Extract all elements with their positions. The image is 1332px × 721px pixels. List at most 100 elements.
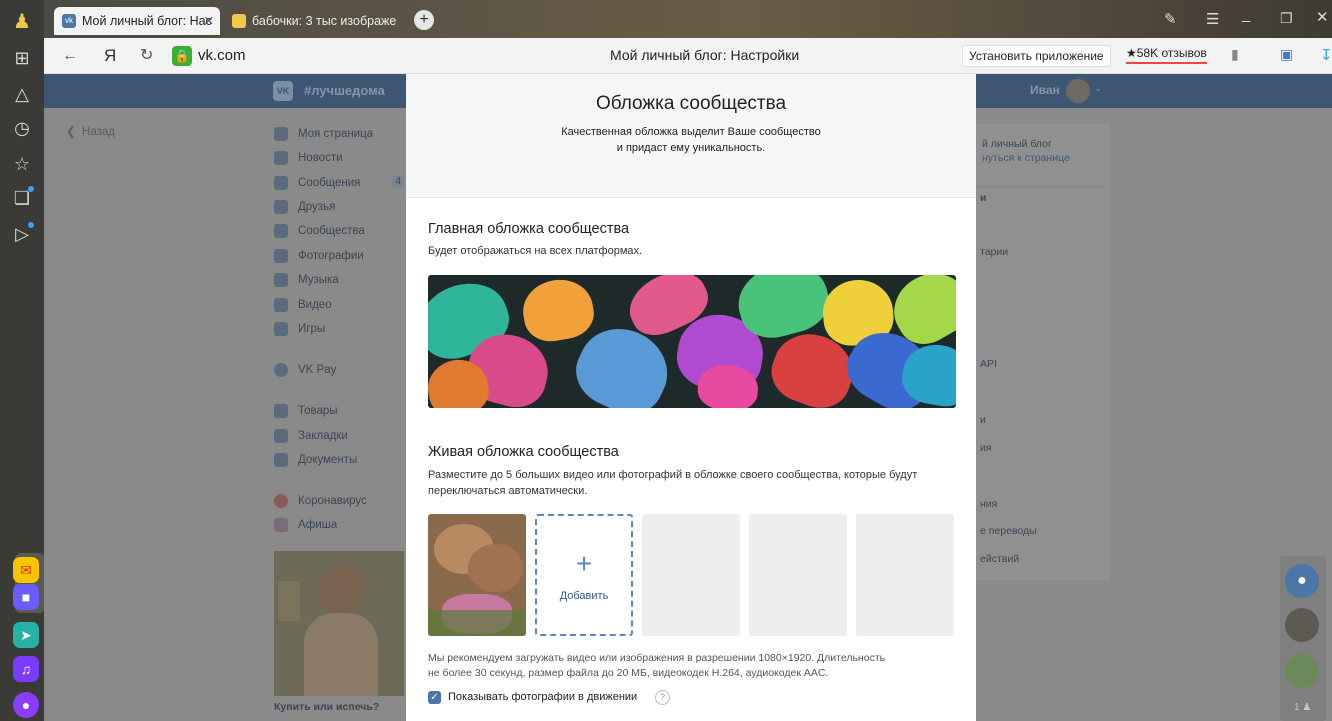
yandex-logo-icon[interactable]: Я [104, 46, 116, 66]
chevron-down-icon[interactable]: ⌄ [1094, 83, 1102, 94]
menu-item[interactable]: Афиша [274, 518, 337, 532]
checkbox-label[interactable]: Показывать фотографии в движении [448, 691, 637, 703]
right-panel-text[interactable]: й личный блог [982, 138, 1052, 150]
history-clock-icon[interactable]: ◷ [8, 114, 36, 142]
close-window-icon[interactable]: ✕ [1316, 8, 1329, 26]
extension-icon[interactable]: ▣ [1280, 46, 1293, 63]
menu-icon[interactable]: ☰ [1206, 10, 1219, 28]
add-media-button[interactable]: + Добавить [535, 514, 633, 636]
right-panel-item[interactable]: ия [980, 442, 992, 454]
page-title: Мой личный блог: Настройки [610, 47, 800, 63]
vk-user-name[interactable]: Иван [1030, 83, 1060, 97]
tab-bar: vk Мой личный блог: Нас ✕ бабочки: 3 тыс… [44, 0, 1332, 38]
alice-app-icon[interactable]: ● [13, 692, 39, 718]
mail-app-icon[interactable]: ✉ [13, 557, 39, 583]
ad-caption[interactable]: Купить или испечь? [274, 701, 379, 713]
right-panel-top: й личный блог нуться к странице [976, 124, 1110, 186]
menu-label: Коронавирус [298, 495, 367, 507]
right-panel-item[interactable]: тарии [980, 246, 1008, 258]
recommendation-line1: Мы рекомендуем загружать видео или изобр… [428, 652, 886, 664]
back-link[interactable]: ❮ Назад [66, 124, 115, 138]
back-arrow-icon[interactable]: ← [62, 46, 78, 66]
menu-item[interactable]: Моя страница [274, 127, 373, 141]
ad-image[interactable] [274, 551, 404, 696]
menu-label: Документы [298, 454, 358, 466]
messenger-app-icon[interactable]: ➤ [13, 622, 39, 648]
menu-item[interactable]: Фотографии [274, 249, 364, 263]
right-panel-item[interactable]: API [980, 358, 997, 370]
screen: ♟ ⊞ △ ◷ ☆ ❏ ▷ ✉ ■ ➤ ♫ ● vk Мой личный бл… [0, 0, 1332, 721]
menu-item[interactable]: Новости [274, 151, 343, 165]
media-player-icon[interactable]: ▷ [8, 220, 36, 248]
vk-hashtag[interactable]: #лучшедома [304, 83, 385, 98]
music-app-icon[interactable]: ♫ [13, 656, 39, 682]
tab-close-icon[interactable]: ✕ [204, 7, 214, 35]
disk-app-icon[interactable]: ■ [13, 584, 39, 610]
menu-label: Моя страница [298, 128, 374, 140]
live-cover-thumb-1[interactable] [428, 514, 526, 636]
menu-item[interactable]: Закладки [274, 429, 348, 443]
reviews-badge[interactable]: ★58K отзывов [1126, 44, 1207, 64]
chat-avatar[interactable] [1285, 608, 1319, 642]
modal-header: Обложка сообщества Качественная обложка … [406, 74, 976, 198]
cover-settings-modal: Обложка сообщества Качественная обложка … [406, 74, 976, 721]
recommendation-line2: не более 30 секунд, размер файла до 20 М… [428, 667, 829, 679]
menu-item[interactable]: Сообщения 4 [274, 176, 404, 190]
live-cover-desc-line2: переключаться автоматически. [428, 485, 588, 497]
tab-title: бабочки: 3 тыс изображе [252, 14, 396, 28]
bookmarks-star-icon[interactable]: ☆ [8, 150, 36, 178]
right-panel-section: и [980, 192, 987, 204]
modal-subtitle-line2: и придаст ему уникальность. [616, 142, 766, 154]
menu-label: Афиша [298, 519, 338, 531]
menu-label: Сообщения [298, 177, 361, 189]
tab-vk[interactable]: vk Мой личный блог: Нас ✕ [54, 7, 220, 35]
menu-item[interactable]: VK Pay [274, 363, 336, 377]
tabs-overview-icon[interactable]: ✎ [1164, 10, 1177, 28]
vk-logo-icon[interactable]: VK [273, 81, 293, 101]
documents-icon [274, 453, 288, 467]
profile-icon[interactable]: ♟ [8, 8, 36, 36]
games-icon [274, 322, 288, 336]
menu-item[interactable]: Документы [274, 453, 357, 467]
download-icon[interactable]: ↧ [1320, 46, 1332, 64]
menu-label: Закладки [298, 430, 348, 442]
chat-avatar-icon[interactable]: ● [1285, 564, 1319, 598]
menu-label: Видео [298, 299, 332, 311]
right-panel-item[interactable]: ния [980, 498, 997, 510]
menu-item[interactable]: Игры [274, 322, 325, 336]
minimize-icon[interactable]: _ [1242, 6, 1250, 23]
restore-icon[interactable]: ❐ [1280, 10, 1293, 27]
tab-title: Мой личный блог: Нас [82, 14, 212, 28]
menu-item[interactable]: Музыка [274, 273, 339, 287]
right-panel-item[interactable]: и [980, 414, 986, 426]
menu-item[interactable]: Коронавирус [274, 494, 367, 508]
url-domain[interactable]: vk.com [198, 46, 246, 66]
tab-butterflies[interactable]: бабочки: 3 тыс изображе [224, 7, 396, 35]
right-panel-link[interactable]: нуться к странице [982, 152, 1070, 164]
menu-item[interactable]: Сообщества [274, 224, 365, 238]
help-icon[interactable]: ? [655, 690, 670, 705]
menu-item[interactable]: Товары [274, 404, 338, 418]
install-app-button[interactable]: Установить приложение [962, 45, 1111, 67]
reload-icon[interactable]: ↻ [140, 46, 153, 66]
menu-item[interactable]: Видео [274, 298, 332, 312]
right-panel-item[interactable]: ействий [980, 553, 1019, 565]
collections-icon[interactable]: ❏ [8, 184, 36, 212]
menu-label: Фотографии [298, 250, 364, 262]
menu-item[interactable]: Друзья [274, 200, 335, 214]
bookmark-flag-icon[interactable]: ▮ [1231, 46, 1239, 63]
main-cover-image[interactable] [428, 275, 956, 408]
lock-icon[interactable]: 🔒 [172, 46, 192, 66]
menu-label: Музыка [298, 274, 339, 286]
apps-grid-icon[interactable]: ⊞ [8, 44, 36, 72]
avatar[interactable] [1066, 79, 1090, 103]
new-tab-plus-icon[interactable]: + [414, 10, 434, 30]
friends-icon [274, 200, 288, 214]
plus-icon: + [575, 548, 593, 579]
show-motion-checkbox[interactable]: ✓ [428, 691, 441, 704]
bookmarks-icon [274, 429, 288, 443]
right-panel-item[interactable]: е переводы [980, 525, 1037, 537]
notifications-bell-icon[interactable]: △ [8, 80, 36, 108]
modal-title: Обложка сообщества [595, 93, 787, 114]
chat-avatar[interactable] [1285, 654, 1319, 688]
